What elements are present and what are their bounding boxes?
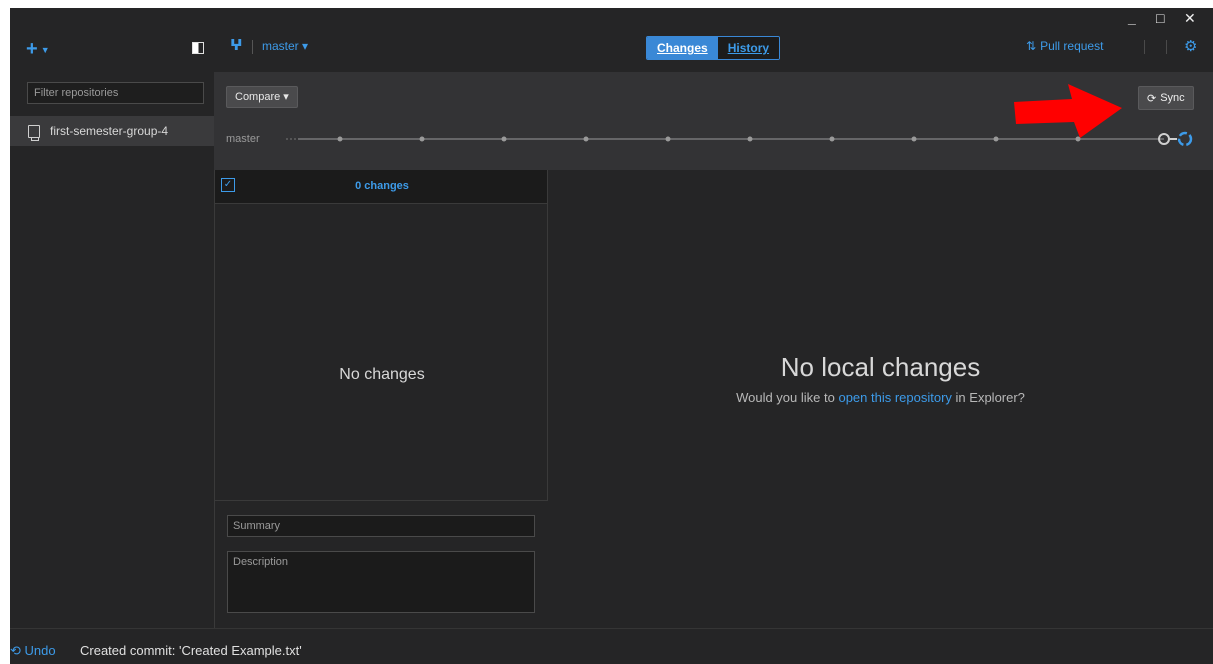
- undo-button[interactable]: ⟲ Undo: [10, 643, 56, 659]
- compare-bar: Compare ▾ ⟳ Sync master: [214, 72, 1213, 170]
- add-repository-button[interactable]: + ▼: [26, 38, 50, 61]
- app-window: +▼ first-semester-group-4 ⵖ master ▾ Cha…: [10, 8, 1213, 664]
- open-repository-link[interactable]: open this repository: [838, 390, 951, 405]
- repository-icon: [28, 124, 40, 141]
- empty-state-subtitle: Would you like to open this repository i…: [548, 390, 1213, 405]
- detail-pane: No local changes Would you like to open …: [548, 170, 1213, 628]
- gear-icon[interactable]: ⚙: [1184, 37, 1197, 55]
- divider: [1144, 40, 1145, 54]
- filter-repositories-input[interactable]: [27, 82, 204, 104]
- sync-icon: ⟳: [1147, 92, 1157, 105]
- pull-request-icon: ⇅: [1026, 39, 1037, 53]
- tab-changes[interactable]: Changes: [647, 37, 718, 59]
- no-changes-label: No changes: [339, 366, 425, 383]
- commit-dot: [747, 136, 753, 142]
- branch-select[interactable]: master ▾: [262, 39, 308, 53]
- commit-dot: [583, 136, 589, 142]
- commit-dot: [829, 136, 835, 142]
- commit-dot: [1075, 136, 1081, 142]
- uncommitted-node: [1177, 131, 1193, 147]
- commit-dot: [501, 136, 507, 142]
- commit-area: [215, 500, 549, 628]
- maximize-button[interactable]: □: [1156, 10, 1164, 26]
- close-button[interactable]: ✕: [1184, 10, 1196, 27]
- tab-history[interactable]: History: [717, 37, 780, 59]
- commit-dot: [665, 136, 671, 142]
- commit-dot: [419, 136, 425, 142]
- pull-request-button[interactable]: ⇅ Pull request: [1026, 39, 1103, 53]
- summary-input[interactable]: [227, 515, 535, 537]
- commit-dot: [337, 136, 343, 142]
- sync-label: Sync: [1160, 92, 1185, 104]
- top-toolbar: ⵖ master ▾ Changes History ⇅ Pull reques…: [214, 8, 1213, 72]
- repository-name: first-semester-group-4: [50, 124, 169, 138]
- changes-header: ✓ 0 changes: [215, 170, 547, 204]
- subtitle-text: Would you like to: [736, 390, 835, 405]
- plus-icon: +: [26, 38, 38, 60]
- minimize-button[interactable]: _: [1128, 10, 1136, 26]
- sidebar-header: + ▼: [10, 8, 214, 72]
- view-tabs: Changes History: [646, 36, 781, 60]
- undo-icon: ⟲: [10, 643, 21, 658]
- compare-button[interactable]: Compare ▾: [226, 86, 298, 108]
- description-input[interactable]: [227, 551, 535, 613]
- status-bar: ⟲ Undo Created commit: 'Created Example.…: [10, 628, 1213, 664]
- changes-count: 0 changes: [355, 180, 409, 192]
- divider: [1166, 40, 1167, 54]
- sidebar-item-repository[interactable]: first-semester-group-4: [10, 116, 214, 146]
- caret-down-icon: ▼: [40, 44, 50, 55]
- undo-label: Undo: [24, 643, 56, 658]
- changes-panel: ✓ 0 changes No changes: [214, 170, 549, 628]
- commit-dot: [911, 136, 917, 142]
- divider: [252, 40, 253, 54]
- empty-state-title: No local changes: [780, 352, 981, 382]
- main-area: ⵖ master ▾ Changes History ⇅ Pull reques…: [214, 8, 1213, 628]
- sidebar: +▼ first-semester-group-4: [10, 8, 214, 628]
- commit-timeline[interactable]: [214, 130, 1213, 154]
- pull-request-label: Pull request: [1040, 39, 1104, 53]
- subtitle-text: in Explorer?: [955, 390, 1025, 405]
- sync-button[interactable]: ⟳ Sync: [1138, 86, 1194, 110]
- commit-dot: [993, 136, 999, 142]
- status-message: Created commit: 'Created Example.txt': [80, 643, 302, 658]
- branch-icon: ⵖ: [230, 37, 243, 54]
- toggle-sidebar-icon[interactable]: [192, 42, 204, 54]
